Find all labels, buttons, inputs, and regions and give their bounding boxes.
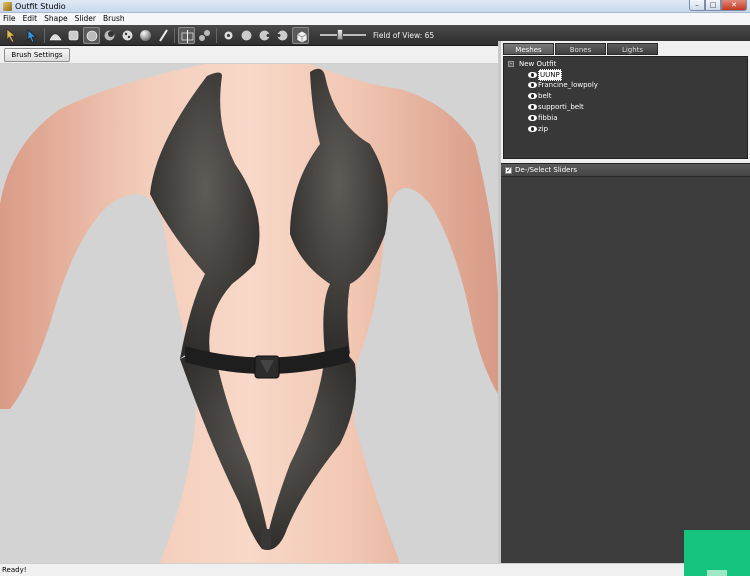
collapse-icon[interactable]: -	[508, 61, 514, 67]
tab-meshes[interactable]: Meshes	[503, 43, 554, 55]
menu-file[interactable]: File	[3, 13, 16, 25]
brush-settings-bar: Brush Settings >>	[0, 46, 498, 71]
tree-root[interactable]: - New Outfit	[508, 59, 556, 69]
mesh-item-zip[interactable]: zip	[528, 124, 548, 134]
undiff-brush-icon[interactable]	[119, 27, 136, 44]
mesh-label: belt	[538, 92, 552, 100]
mesh-label: zip	[538, 125, 549, 133]
fov-slider-thumb[interactable]	[337, 29, 343, 40]
app-icon	[3, 2, 12, 11]
inflate-brush-icon[interactable]	[47, 27, 64, 44]
toolbar-separator	[216, 28, 217, 43]
zip	[261, 529, 271, 549]
toolbar-separator	[174, 28, 175, 43]
mesh-item-francine-lowpoly[interactable]: Francine_lowpoly	[528, 80, 598, 90]
deflate-brush-icon[interactable]	[65, 27, 82, 44]
tree-root-label: New Outfit	[519, 60, 557, 68]
move-icon[interactable]	[24, 27, 41, 44]
sliders-panel: ✓ De-/Select Sliders	[501, 163, 750, 563]
toolbar-separator	[44, 28, 45, 43]
window-title: Outfit Studio	[15, 2, 66, 11]
title-bar: Outfit Studio – □ ✕	[0, 0, 750, 13]
eye-icon[interactable]	[528, 104, 537, 110]
sliders-header: ✓ De-/Select Sliders	[501, 164, 750, 177]
mesh-label: supporti_belt	[538, 103, 584, 111]
menu-edit[interactable]: Edit	[23, 13, 38, 25]
mesh-item-fibbia[interactable]: fibbia	[528, 113, 558, 123]
brush-spacing-icon[interactable]	[274, 27, 291, 44]
view-cube-icon[interactable]	[292, 27, 309, 44]
eye-icon[interactable]	[528, 72, 537, 78]
mesh-item-belt[interactable]: belt	[528, 91, 551, 101]
fov-slider-track[interactable]	[320, 34, 366, 36]
tab-bones[interactable]: Bones	[555, 43, 606, 55]
weight-brush-glyph	[140, 30, 151, 41]
eye-icon[interactable]	[528, 115, 537, 121]
3d-viewport[interactable]	[0, 64, 498, 563]
fov-label: Field of View: 65	[373, 31, 435, 40]
mask-brush-icon[interactable]	[101, 27, 118, 44]
menu-bar: File Edit Shape Slider Brush	[0, 13, 750, 25]
panel-tabs: Meshes Bones Lights	[503, 43, 659, 56]
brush-settings-button[interactable]: Brush Settings >>	[4, 48, 70, 71]
eye-icon[interactable]	[528, 93, 537, 99]
close-button[interactable]: ✕	[721, 0, 747, 11]
menu-brush[interactable]: Brush	[103, 13, 125, 25]
mesh-label: Francine_lowpoly	[538, 81, 598, 89]
brush-size-icon[interactable]	[220, 27, 237, 44]
connected-icon[interactable]	[196, 27, 213, 44]
brush-strength-icon[interactable]	[238, 27, 255, 44]
eye-icon[interactable]	[528, 82, 537, 88]
menu-shape[interactable]: Shape	[44, 13, 68, 25]
overlay-widget-bar	[707, 570, 727, 576]
minimize-button[interactable]: –	[689, 0, 705, 11]
paint-brush-icon[interactable]	[155, 27, 172, 44]
mesh-tree: - New Outfit UUNP Francine_lowpoly belt …	[503, 56, 748, 159]
brush-focus-icon[interactable]	[256, 27, 273, 44]
select-all-sliders-checkbox[interactable]: ✓	[505, 166, 512, 174]
status-text: Ready!	[2, 566, 27, 574]
weight-brush-icon[interactable]	[137, 27, 154, 44]
smooth-brush-icon[interactable]	[83, 27, 100, 44]
mesh-label: fibbia	[538, 114, 558, 122]
select-icon[interactable]	[3, 27, 20, 44]
mesh-item-supporti-belt[interactable]: supporti_belt	[528, 102, 584, 112]
window-controls: – □ ✕	[689, 0, 747, 11]
menu-slider[interactable]: Slider	[75, 13, 96, 25]
right-panel: Meshes Bones Lights - New Outfit UUNP Fr…	[501, 41, 750, 563]
viewport-render	[0, 64, 498, 563]
tab-lights[interactable]: Lights	[607, 43, 658, 55]
status-bar: Ready!	[0, 563, 750, 576]
symmetry-icon[interactable]	[178, 27, 195, 44]
sliders-header-label: De-/Select Sliders	[515, 166, 578, 174]
eye-icon[interactable]	[528, 126, 537, 132]
maximize-button[interactable]: □	[705, 0, 721, 11]
